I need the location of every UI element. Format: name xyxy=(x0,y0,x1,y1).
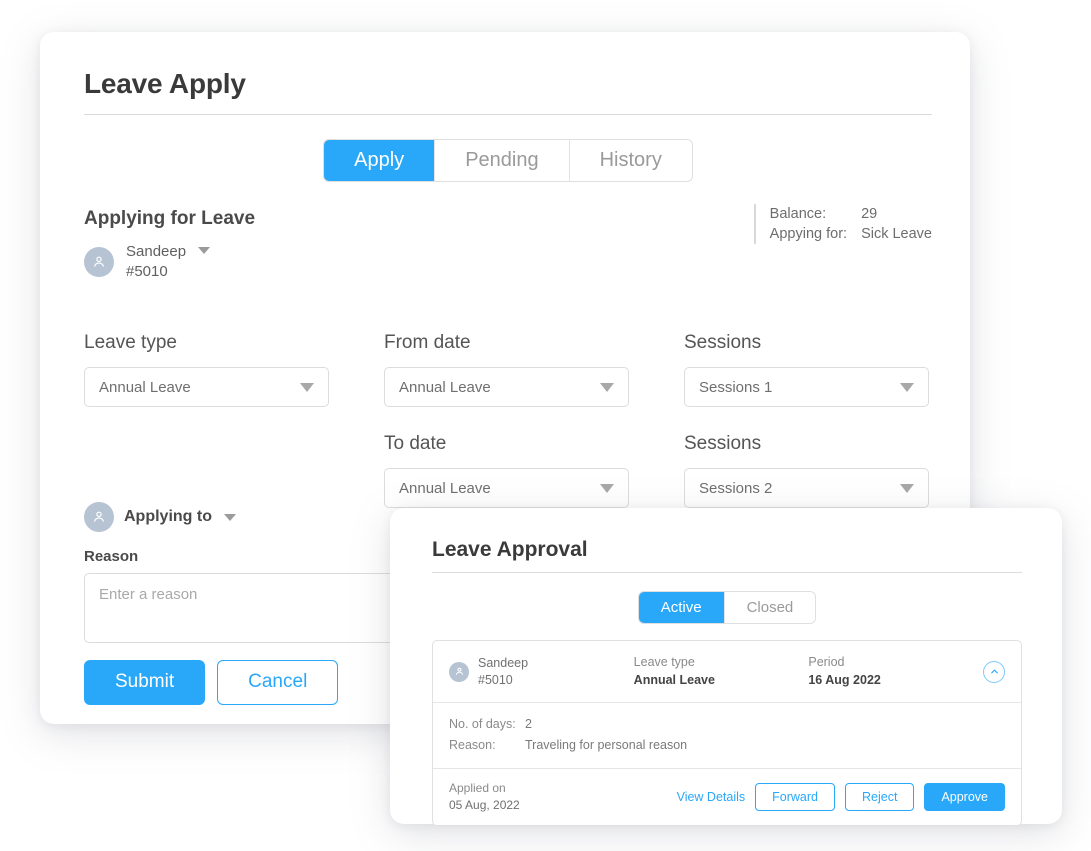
forward-button[interactable]: Forward xyxy=(755,782,835,811)
request-applicant-name: Sandeep xyxy=(478,655,529,670)
chevron-down-icon[interactable] xyxy=(198,247,211,254)
sessions-2-value: Sessions 2 xyxy=(699,479,773,497)
approval-action-row: View Details Forward Reject Approve xyxy=(677,782,1005,811)
applied-on-block: Applied on 05 Aug, 2022 xyxy=(449,780,520,815)
leave-balance-box: Balance: 29 Appying for: Sick Leave xyxy=(753,204,932,244)
avatar xyxy=(84,502,114,532)
apply-tabs-row: Apply Pending History xyxy=(84,115,932,182)
field-sessions-1: Sessions Sessions 1 xyxy=(684,332,974,407)
leave-type-select[interactable]: Annual Leave xyxy=(84,367,329,407)
tab-pending[interactable]: Pending xyxy=(435,140,570,181)
from-date-select[interactable]: Annual Leave xyxy=(384,367,629,407)
chevron-down-icon xyxy=(300,383,314,392)
request-leave-type: Leave type Annual Leave xyxy=(634,654,809,689)
applying-for-label: Appying for: xyxy=(769,226,848,242)
tab-apply[interactable]: Apply xyxy=(324,140,436,181)
reject-button[interactable]: Reject xyxy=(845,782,915,811)
approval-request-details: No. of days: 2 Reason: Traveling for per… xyxy=(433,703,1021,769)
avatar xyxy=(449,661,469,682)
sessions-1-label: Sessions xyxy=(684,332,762,353)
field-to-date: To date Annual Leave xyxy=(384,433,684,508)
sessions-2-label: Sessions xyxy=(684,433,762,454)
approval-tab-group: Active Closed xyxy=(637,591,817,624)
detail-days: No. of days: 2 xyxy=(449,714,1005,735)
to-date-select[interactable]: Annual Leave xyxy=(384,468,629,508)
collapse-toggle-button[interactable] xyxy=(983,660,1006,683)
detail-reason-label: Reason: xyxy=(449,738,496,753)
field-spacer xyxy=(84,433,384,508)
applicant-name-row: Sandeep xyxy=(126,242,211,262)
chevron-down-icon[interactable] xyxy=(223,513,236,521)
tab-history[interactable]: History xyxy=(569,140,692,181)
tab-closed[interactable]: Closed xyxy=(724,592,816,623)
applied-on-label: Applied on xyxy=(449,780,506,795)
applying-for-value: Sick Leave xyxy=(861,226,932,242)
avatar xyxy=(84,246,114,277)
chevron-up-icon xyxy=(990,669,998,674)
request-period-value: 16 Aug 2022 xyxy=(808,672,881,687)
request-applicant-id: #5010 xyxy=(478,672,513,687)
approval-request-list: Sandeep #5010 Leave type Annual Leave Pe… xyxy=(432,640,1022,827)
approval-tabs-row: Active Closed xyxy=(432,573,1022,624)
request-leave-type-label: Leave type xyxy=(633,655,695,669)
approval-request-header[interactable]: Sandeep #5010 Leave type Annual Leave Pe… xyxy=(433,641,1021,703)
leave-type-value: Annual Leave xyxy=(99,378,191,396)
sessions-1-select[interactable]: Sessions 1 xyxy=(684,367,929,407)
view-details-link[interactable]: View Details xyxy=(677,790,746,804)
from-date-label: From date xyxy=(384,332,471,353)
balance-value: 29 xyxy=(861,206,878,222)
leave-type-label: Leave type xyxy=(84,332,177,353)
applicant-selector[interactable]: Sandeep #5010 xyxy=(84,242,932,281)
field-leave-type: Leave type Annual Leave xyxy=(84,332,384,407)
to-date-label: To date xyxy=(384,433,447,454)
cancel-button[interactable]: Cancel xyxy=(217,660,339,705)
to-date-value: Annual Leave xyxy=(399,479,491,497)
detail-reason: Reason: Traveling for personal reason xyxy=(449,735,1005,756)
request-period: Period 16 Aug 2022 xyxy=(808,654,983,689)
applicant-id: #5010 xyxy=(126,262,168,280)
detail-reason-value: Traveling for personal reason xyxy=(525,738,688,753)
days-label: No. of days: xyxy=(449,717,516,731)
applied-on-value: 05 Aug, 2022 xyxy=(449,797,520,812)
field-from-date: From date Annual Leave xyxy=(384,332,684,407)
submit-button[interactable]: Submit xyxy=(84,660,206,705)
chevron-down-icon xyxy=(900,383,914,392)
balance-label: Balance: xyxy=(769,206,827,222)
tab-active[interactable]: Active xyxy=(638,592,725,623)
sessions-1-value: Sessions 1 xyxy=(699,378,773,396)
applying-to-selector[interactable]: Applying to xyxy=(84,502,236,532)
apply-tab-group: Apply Pending History xyxy=(323,139,693,182)
form-action-row: Submit Cancel xyxy=(84,660,339,705)
request-period-label: Period xyxy=(808,655,845,669)
request-leave-type-value: Annual Leave xyxy=(633,672,715,687)
field-sessions-2: Sessions Sessions 2 xyxy=(684,433,974,508)
approval-request-footer: Applied on 05 Aug, 2022 View Details For… xyxy=(433,769,1021,826)
chevron-down-icon xyxy=(900,484,914,493)
sessions-2-select[interactable]: Sessions 2 xyxy=(684,468,929,508)
chevron-down-icon xyxy=(600,383,614,392)
approval-panel-title: Leave Approval xyxy=(432,538,588,561)
applying-to-label: Applying to xyxy=(124,508,212,525)
from-date-value: Annual Leave xyxy=(399,378,491,396)
page-title: Leave Apply xyxy=(84,68,246,99)
chevron-down-icon xyxy=(600,484,614,493)
request-applicant: Sandeep #5010 xyxy=(449,655,634,689)
leave-approval-card: Leave Approval Active Closed Sandeep #50… xyxy=(390,508,1062,827)
approve-button[interactable]: Approve xyxy=(924,782,1005,811)
applicant-name: Sandeep xyxy=(126,243,187,260)
days-value: 2 xyxy=(525,717,532,731)
